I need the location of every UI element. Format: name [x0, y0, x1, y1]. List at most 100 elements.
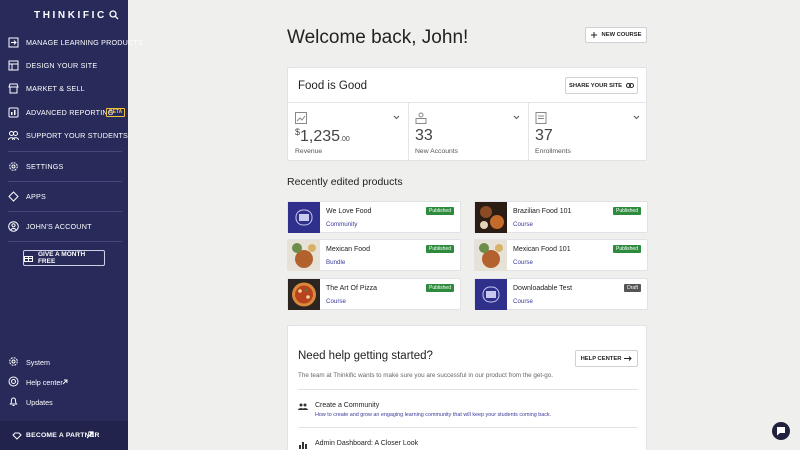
product-name: Mexican Food 101	[513, 246, 571, 253]
status-badge: Published	[613, 207, 641, 215]
stat-revenue[interactable]: $1,235.00 Revenue	[288, 103, 408, 161]
footer-system[interactable]: System	[0, 354, 128, 370]
product-thumbnail	[288, 279, 320, 310]
status-badge: Published	[613, 245, 641, 253]
share-site-button[interactable]: SHARE YOUR SITE	[565, 77, 638, 94]
chat-icon	[777, 427, 785, 436]
new-course-label: NEW COURSE	[601, 32, 642, 38]
product-thumbnail	[288, 240, 320, 271]
status-badge: Published	[426, 207, 454, 215]
nav-johns-account[interactable]: John's Account	[0, 218, 128, 236]
product-type: Community	[326, 221, 358, 228]
product-type: Course	[513, 298, 533, 305]
students-icon	[8, 131, 19, 141]
lifebuoy-icon	[8, 376, 19, 387]
product-name: Brazilian Food 101	[513, 208, 572, 215]
stat-label: New Accounts	[415, 148, 459, 155]
recent-products-title: Recently edited products	[287, 176, 403, 188]
help-item-create-community[interactable]: Create a Community How to create and gro…	[298, 401, 638, 423]
product-name: We Love Food	[326, 208, 372, 215]
document-icon	[535, 112, 547, 124]
product-type: Course	[513, 259, 533, 266]
divider	[8, 241, 122, 242]
nav-market-and-sell[interactable]: Market & Sell	[0, 80, 128, 98]
accounts-icon	[415, 112, 427, 124]
nav-label: Settings	[26, 162, 64, 171]
gift-icon	[24, 256, 33, 262]
help-card: Need help getting started? HELP CENTER T…	[287, 325, 647, 450]
help-center-label: HELP CENTER	[580, 355, 622, 362]
footer-label: Help center	[26, 378, 63, 387]
nav-design-your-site[interactable]: Design Your Site	[0, 57, 128, 75]
share-label: SHARE YOUR SITE	[568, 82, 623, 89]
chevron-down-icon[interactable]	[393, 115, 400, 120]
stat-label: Enrollments	[535, 148, 571, 155]
nav-settings[interactable]: Settings	[0, 158, 128, 176]
product-thumbnail	[475, 240, 507, 271]
chevron-down-icon[interactable]	[633, 115, 640, 120]
external-link-icon	[62, 379, 68, 385]
divider	[298, 427, 638, 428]
product-name: Downloadable Test	[513, 285, 573, 292]
community-icon	[298, 403, 308, 410]
product-card[interactable]: Downloadable Test Course Draft	[474, 278, 648, 310]
product-card[interactable]: We Love Food Community Published	[287, 201, 461, 233]
nav-label: Support Your Students	[26, 131, 129, 140]
divider	[8, 211, 122, 212]
help-center-button[interactable]: HELP CENTER	[575, 350, 638, 367]
new-course-button[interactable]: NEW COURSE	[585, 27, 647, 43]
product-card[interactable]: Mexican Food Bundle Published	[287, 239, 461, 271]
stat-enrollments[interactable]: 37 Enrollments	[528, 103, 648, 161]
help-item-title: Admin Dashboard: A Closer Look	[315, 440, 419, 447]
search-icon[interactable]	[109, 10, 119, 20]
become-partner-button[interactable]: BECOME A PARTNER	[0, 421, 128, 450]
help-item-admin-dashboard[interactable]: Admin Dashboard: A Closer Look	[298, 439, 638, 450]
nav-manage-learning-products[interactable]: Manage Learning Products	[0, 34, 143, 52]
help-item-desc: How to create and grow an engaging learn…	[315, 412, 552, 418]
nav-apps[interactable]: Apps	[0, 188, 128, 206]
product-card[interactable]: The Art Of Pizza Course Published	[287, 278, 461, 310]
footer-updates[interactable]: Updates	[0, 394, 128, 410]
bar-chart-icon	[299, 442, 307, 449]
handshake-icon	[12, 432, 22, 440]
brand-logo[interactable]: THINKIFIC	[34, 10, 107, 21]
product-type: Bundle	[326, 259, 346, 266]
chart-icon	[295, 112, 307, 124]
product-type: Course	[513, 221, 533, 228]
help-item-title: Create a Community	[315, 402, 380, 409]
chevron-down-icon[interactable]	[513, 115, 520, 120]
nav-label: Design Your Site	[26, 61, 98, 70]
divider	[8, 181, 122, 182]
status-badge: Published	[426, 284, 454, 292]
footer-help-center[interactable]: Help center	[0, 374, 128, 390]
divider	[8, 151, 122, 152]
status-badge: Draft	[624, 284, 641, 292]
product-type: Course	[326, 298, 346, 305]
site-title: Food is Good	[298, 80, 368, 92]
nav-advanced-reporting[interactable]: Advanced Reporting BETA	[0, 104, 128, 122]
report-icon	[8, 107, 19, 118]
product-card[interactable]: Brazilian Food 101 Course Published	[474, 201, 648, 233]
user-icon	[8, 221, 19, 232]
stat-new-accounts[interactable]: 33 New Accounts	[408, 103, 528, 161]
arrow-right-icon	[624, 356, 633, 361]
gear-icon	[9, 357, 18, 366]
stat-value: 33	[415, 127, 433, 144]
nav-label: John's Account	[26, 222, 92, 231]
stat-value: $1,235.00	[295, 127, 350, 145]
storefront-icon	[8, 83, 19, 94]
product-thumbnail	[475, 279, 507, 310]
footer-label: Updates	[26, 398, 53, 407]
layout-icon	[8, 60, 19, 71]
chat-launcher-button[interactable]	[772, 422, 790, 440]
product-thumbnail	[475, 202, 507, 233]
product-card[interactable]: Mexican Food 101 Course Published	[474, 239, 648, 271]
divider	[298, 389, 638, 390]
nav-support-your-students[interactable]: Support Your Students	[0, 127, 128, 145]
nav-label: Apps	[26, 192, 46, 201]
sidebar: THINKIFIC Manage Learning Products Desig…	[0, 0, 143, 450]
stat-label: Revenue	[295, 148, 323, 155]
stat-value: 37	[535, 127, 553, 144]
nav-label: Market & Sell	[26, 84, 85, 93]
give-month-free-button[interactable]: Give a Month Free	[23, 250, 105, 266]
